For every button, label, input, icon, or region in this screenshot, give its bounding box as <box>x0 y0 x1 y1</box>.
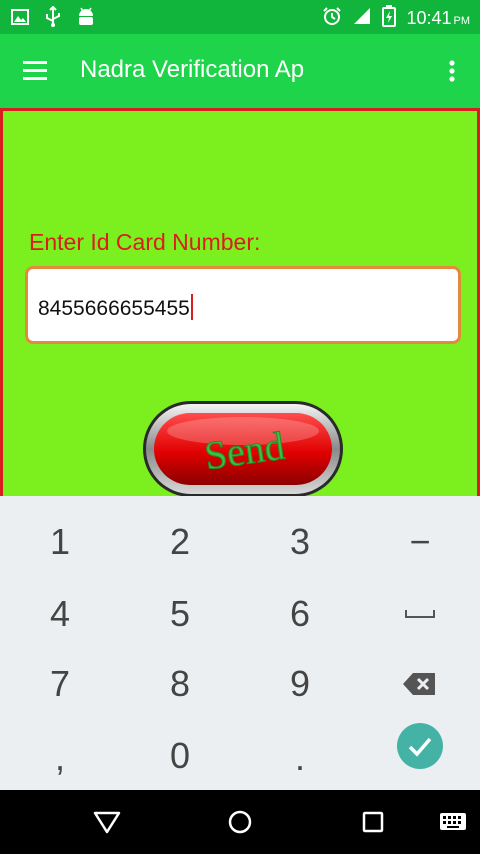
usb-icon <box>44 5 62 33</box>
battery-charging-icon <box>382 5 397 32</box>
key-period[interactable]: . <box>240 722 360 794</box>
more-vert-icon[interactable] <box>442 55 462 89</box>
key-5[interactable]: 5 <box>120 578 240 650</box>
home-icon[interactable] <box>220 804 260 840</box>
key-space[interactable] <box>360 578 480 650</box>
app-title: Nadra Verification Ap <box>80 56 305 83</box>
signal-icon <box>352 6 372 31</box>
key-8[interactable]: 8 <box>120 648 240 720</box>
recents-icon[interactable] <box>353 804 393 840</box>
key-1[interactable]: 1 <box>0 506 120 578</box>
backspace-icon <box>403 673 435 695</box>
key-0[interactable]: 0 <box>120 720 240 792</box>
hamburger-menu-icon[interactable] <box>20 55 54 89</box>
text-caret <box>190 294 193 320</box>
key-comma[interactable]: , <box>0 722 120 794</box>
checkmark-icon <box>397 723 443 769</box>
status-time: 10:41 <box>406 8 452 28</box>
keyboard-switch-icon[interactable] <box>433 804 473 840</box>
navigation-bar <box>0 790 480 854</box>
verification-form: Enter Id Card Number: 8455666655455 Send <box>0 108 480 499</box>
key-6[interactable]: 6 <box>240 578 360 650</box>
app-bar: Nadra Verification Ap <box>0 34 480 108</box>
key-minus[interactable]: − <box>360 506 480 578</box>
status-bar: 10:41 PM <box>0 0 480 34</box>
space-icon <box>405 610 435 618</box>
key-4[interactable]: 4 <box>0 578 120 650</box>
key-7[interactable]: 7 <box>0 648 120 720</box>
send-button[interactable]: Send <box>141 399 345 499</box>
back-icon[interactable] <box>87 804 127 840</box>
alarm-icon <box>322 6 342 31</box>
status-ampm: PM <box>453 15 471 27</box>
key-3[interactable]: 3 <box>240 506 360 578</box>
id-card-value: 8455666655455 <box>38 297 190 320</box>
id-card-label: Enter Id Card Number: <box>29 229 261 255</box>
image-notification-icon <box>10 7 30 32</box>
key-9[interactable]: 9 <box>240 648 360 720</box>
numeric-keyboard: 1 2 3 − 4 5 6 7 8 9 , 0 . <box>0 496 480 790</box>
id-card-input[interactable]: 8455666655455 <box>25 266 461 344</box>
done-button[interactable] <box>360 710 480 782</box>
android-debug-icon <box>76 6 96 33</box>
key-2[interactable]: 2 <box>120 506 240 578</box>
